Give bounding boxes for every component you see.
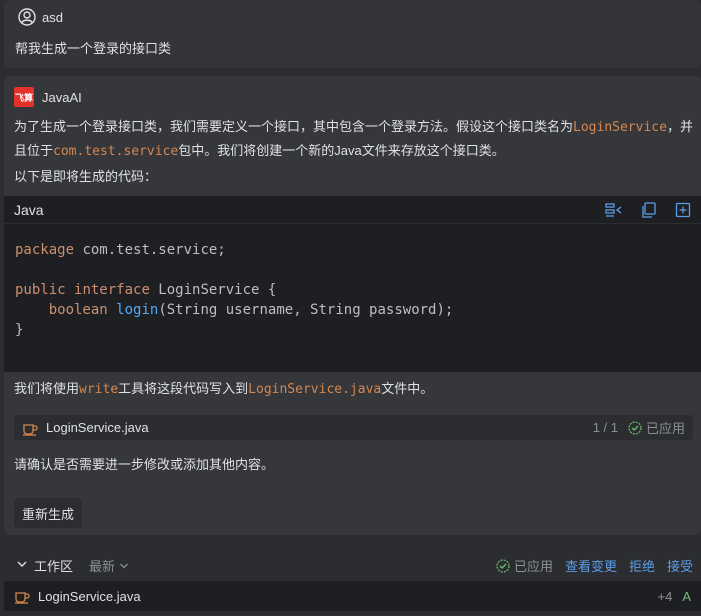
text-span: 文件中。 [381, 381, 434, 396]
text-span: 为了生成一个登录接口类，我们需要定义一个接口，其中包含一个登录方法。假设这个接口… [14, 119, 574, 134]
user-avatar-icon [18, 8, 36, 26]
java-file-icon [23, 423, 38, 436]
ai-paragraph-write: 我们将使用write工具将这段代码写入到LoginService.java文件中… [14, 377, 694, 401]
file-status-group: 1 / 1 已应用 [593, 418, 685, 437]
sort-label: 最新 [89, 559, 116, 574]
collapse-chevron-icon[interactable] [16, 558, 28, 573]
ai-response-card: 飞算 JavaAI 为了生成一个登录接口类，我们需要定义一个接口，其中包含一个登… [4, 76, 701, 535]
inline-code: LoginService.java [248, 382, 382, 397]
user-message-card: asd 帮我生成一个登录的接口类 [4, 0, 701, 68]
inline-code: write [79, 382, 119, 397]
workspace-title: 工作区 [34, 559, 74, 574]
file-diff-stats: +4 A [658, 589, 692, 604]
accept-link[interactable]: 接受 [667, 556, 693, 575]
user-message-text: 帮我生成一个登录的接口类 [15, 41, 172, 56]
code-text: com.test.service; [74, 242, 226, 258]
workspace-applied-label: 已应用 [513, 559, 553, 574]
code-text: (String username, String password); [158, 302, 454, 318]
ai-paragraph-confirm: 请确认是否需要进一步修改或添加其他内容。 [14, 457, 275, 472]
code-toolbar [605, 201, 691, 218]
chevron-down-icon [120, 563, 128, 568]
user-name: asd [42, 9, 63, 25]
workspace-header: 工作区 最新 [16, 556, 129, 575]
code-block-header: Java [4, 196, 701, 224]
code-language-label: Java [14, 201, 44, 218]
file-name: LoginService.java [46, 420, 149, 435]
workspace-applied-status: 已应用 [496, 556, 553, 575]
text-span: ，并 [666, 119, 693, 134]
java-file-icon [15, 592, 30, 604]
code-block: Java package com.test.service; public in… [4, 196, 701, 372]
workspace-panel: 工作区 最新 已应用 查看变更 拒绝 接受 LoginService.java … [4, 547, 701, 616]
code-text: } [15, 322, 24, 338]
workspace-actions: 已应用 查看变更 拒绝 接受 [496, 556, 693, 575]
javaai-logo-icon: 飞算 [14, 87, 34, 107]
check-circle-icon [628, 420, 642, 435]
code-method: login [116, 302, 159, 318]
inline-code: com.test.service [53, 144, 179, 159]
workspace-file-name: LoginService.java [38, 588, 141, 604]
view-changes-link[interactable]: 查看变更 [565, 556, 617, 575]
code-keyword: interface [74, 282, 150, 298]
file-pager: 1 / 1 [592, 420, 618, 435]
text-span: 包中。我们将创建一个新的Java文件来存放这个接口类。 [178, 143, 505, 158]
workspace-file-row[interactable]: LoginService.java +4 A [4, 581, 701, 611]
vcs-status-badge: A [682, 588, 691, 604]
sort-dropdown[interactable]: 最新 [89, 556, 129, 575]
new-file-icon[interactable] [675, 202, 691, 218]
insert-at-cursor-icon[interactable] [605, 202, 623, 218]
applied-label: 已应用 [645, 421, 685, 436]
applied-status: 已应用 [628, 418, 685, 437]
code-text: LoginService { [149, 282, 277, 298]
code-content: package com.test.service; public interfa… [15, 240, 453, 340]
ai-name: JavaAI [42, 89, 82, 105]
file-change-bar[interactable]: LoginService.java 1 / 1 已应用 [14, 415, 693, 440]
additions-count: +4 [657, 588, 673, 604]
ai-header: 飞算 JavaAI [14, 87, 82, 107]
copy-icon[interactable] [641, 201, 657, 218]
text-span: 且位于 [14, 143, 54, 158]
ai-paragraph-code-intro: 以下是即将生成的代码： [14, 169, 158, 184]
text-span: 我们将使用 [14, 381, 80, 396]
reject-link[interactable]: 拒绝 [629, 556, 655, 575]
check-circle-icon [496, 558, 510, 573]
user-header: asd [18, 8, 63, 26]
code-keyword: boolean [48, 302, 108, 318]
code-keyword: public [15, 282, 66, 298]
code-keyword: package [15, 242, 75, 258]
inline-code: LoginService [573, 120, 667, 135]
text-span: 工具将这段代码写入到 [118, 381, 249, 396]
regenerate-button[interactable]: 重新生成 [14, 498, 83, 528]
ai-paragraph-intro: 为了生成一个登录接口类，我们需要定义一个接口，其中包含一个登录方法。假设这个接口… [14, 115, 694, 163]
